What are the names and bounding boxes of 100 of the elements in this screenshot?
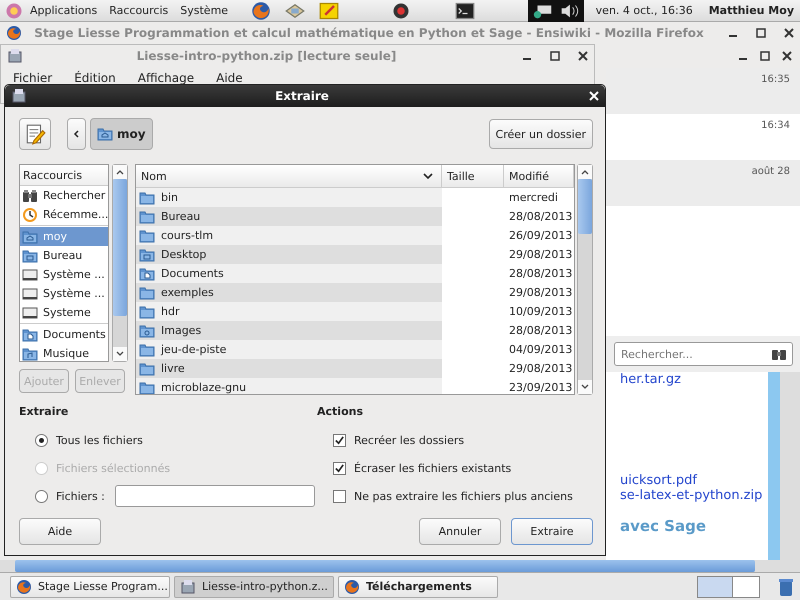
download-time: août 28	[752, 166, 790, 179]
menu-item[interactable]: Aide	[216, 71, 243, 85]
file-name-cell[interactable]: exemples	[136, 283, 442, 302]
file-name-cell[interactable]: Desktop	[136, 245, 442, 264]
menu-item[interactable]: Affichage	[138, 71, 194, 85]
file-name-cell[interactable]: Documents	[136, 264, 442, 283]
file-name-cell[interactable]: hdr	[136, 302, 442, 321]
column-header[interactable]: Nom	[136, 165, 442, 187]
file-name-cell[interactable]: cours-tlm	[136, 226, 442, 245]
foot-icon[interactable]	[4, 0, 24, 20]
drive-icon	[22, 304, 38, 320]
radio-option[interactable]: Fichiers :	[35, 490, 105, 502]
maximize-icon[interactable]	[550, 51, 560, 61]
close-icon[interactable]	[784, 28, 794, 38]
archive-icon	[7, 48, 23, 64]
file-link[interactable]: se-latex-et-python.zip	[620, 488, 768, 503]
check-icon	[334, 462, 345, 474]
documents-folder-icon	[22, 326, 38, 342]
dialog-button[interactable]: Annuler	[419, 518, 501, 545]
user-name[interactable]: Matthieu Moy	[708, 4, 794, 17]
sort-icon	[423, 171, 433, 181]
column-header[interactable]: Modifié	[504, 165, 574, 187]
desktop-folder-icon	[22, 248, 38, 264]
notepad-icon[interactable]	[318, 0, 340, 20]
file-name-cell[interactable]: Bureau	[136, 207, 442, 226]
folder-icon	[139, 208, 155, 224]
maximize-icon[interactable]	[760, 51, 770, 61]
place-item[interactable]: Documents	[20, 325, 108, 344]
date-cell-text: 29/08/2013	[508, 361, 574, 377]
date-cell-text: 10/09/2013	[508, 304, 574, 320]
back-button[interactable]	[67, 118, 86, 150]
place-item[interactable]: Récemme...	[20, 205, 108, 224]
home-folder-icon	[97, 126, 113, 142]
terminal-icon[interactable]	[454, 0, 476, 20]
archive-icon	[11, 88, 27, 104]
file-link[interactable]: her.tar.gz	[620, 372, 768, 387]
checkbox-option[interactable]: Écraser les fichiers existants	[333, 462, 512, 474]
taskbar-button[interactable]: Téléchargements	[338, 576, 498, 598]
trash-icon[interactable]	[778, 576, 794, 596]
menu-item[interactable]: Fichier	[13, 71, 52, 85]
file-name-cell[interactable]: microblaze-gnu	[136, 378, 442, 394]
section-title: Extraire	[19, 405, 70, 420]
panel-menu[interactable]: Applications	[30, 4, 98, 17]
edit-path-button[interactable]	[19, 118, 51, 150]
panel-menu[interactable]: Système	[180, 4, 228, 17]
maximize-icon[interactable]	[756, 28, 766, 38]
create-folder-button[interactable]: Créer un dossier	[488, 119, 593, 149]
checkbox-option[interactable]: Ne pas extraire les fichiers plus anciens	[333, 490, 573, 502]
music-folder-icon	[22, 346, 38, 361]
folder-icon	[139, 284, 155, 300]
date-cell-text: 23/09/2013	[508, 380, 574, 394]
path-button[interactable]: moy	[90, 118, 153, 150]
file-name-cell[interactable]: Images	[136, 321, 442, 340]
search-field[interactable]: Rechercher...	[614, 342, 793, 366]
close-icon[interactable]	[782, 51, 792, 61]
scrollbar[interactable]	[112, 164, 128, 362]
date-cell-text: mercredi	[508, 190, 559, 206]
panel-menu[interactable]: Raccourcis	[109, 4, 168, 17]
close-icon[interactable]	[578, 51, 588, 61]
window-title: Liesse-intro-python.zip [lecture seule]	[136, 49, 398, 63]
help-button[interactable]: Aide	[19, 518, 101, 545]
dialog-button[interactable]: Extraire	[511, 518, 593, 545]
place-item[interactable]: Systeme	[20, 303, 108, 322]
place-item[interactable]: Musique	[20, 344, 108, 361]
folder-icon	[139, 360, 155, 376]
column-header[interactable]: Taille	[442, 165, 504, 187]
scrollbar[interactable]	[768, 372, 800, 560]
taskbar-button[interactable]: Liesse-intro-python.z...	[174, 576, 334, 598]
place-item[interactable]: Système ...	[20, 265, 108, 284]
menu-item[interactable]: Édition	[74, 71, 116, 85]
file-name-cell[interactable]: jeu-de-piste	[136, 340, 442, 359]
place-item[interactable]: Rechercher	[20, 186, 108, 205]
download-row[interactable]: 16:34	[606, 114, 800, 160]
pattern-field[interactable]	[114, 485, 315, 507]
drive-icon	[22, 286, 38, 302]
chevron-left-icon	[72, 129, 80, 139]
scrollbar-thumb[interactable]	[578, 179, 592, 234]
taskbar-button[interactable]: Stage Liesse Program...	[10, 576, 170, 598]
scrollbar[interactable]	[577, 164, 593, 395]
scrollbar-thumb[interactable]	[768, 372, 780, 560]
download-time: 16:34	[761, 120, 790, 133]
place-item[interactable]: Système ...	[20, 284, 108, 303]
archive-icon	[180, 578, 196, 594]
place-item[interactable]: Bureau	[20, 246, 108, 265]
documents-folder-icon	[139, 266, 155, 282]
radio-option[interactable]: Tous les fichiers	[35, 434, 143, 446]
section-title: Actions	[317, 405, 364, 420]
file-link[interactable]: uicksort.pdf	[620, 473, 768, 488]
checkbox-option[interactable]: Recréer les dossiers	[333, 434, 464, 446]
file-name-cell[interactable]: bin	[136, 188, 442, 207]
scrollbar-thumb[interactable]	[113, 179, 127, 316]
clock[interactable]: ven. 4 oct., 16:36	[596, 4, 693, 17]
firefox-icon[interactable]	[250, 0, 272, 20]
binoculars-icon	[22, 188, 38, 204]
drive-icon	[22, 266, 38, 282]
firefox-icon	[16, 578, 32, 594]
firefox-icon	[344, 578, 360, 594]
workspace-switcher[interactable]	[697, 576, 760, 598]
date-cell-text: 28/08/2013	[508, 266, 574, 282]
file-name-cell[interactable]: livre	[136, 359, 442, 378]
